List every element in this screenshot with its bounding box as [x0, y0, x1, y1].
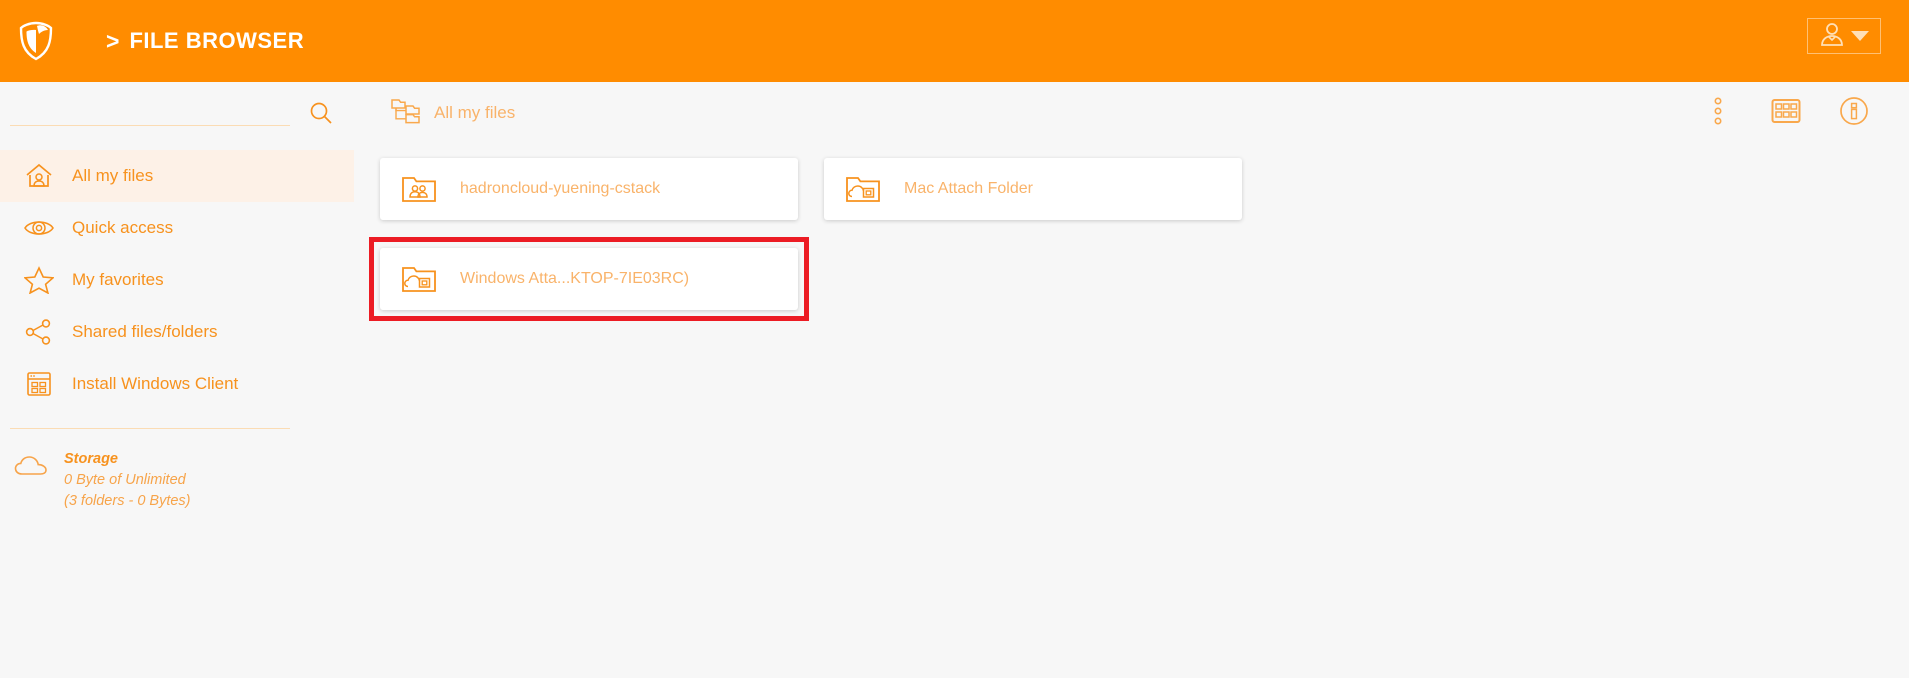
star-icon — [22, 263, 56, 297]
search-icon[interactable] — [308, 100, 334, 131]
app-header: > FILE BROWSER — [0, 0, 1909, 82]
sidebar-item-quick-access[interactable]: Quick access — [0, 202, 354, 254]
sidebar-item-label: All my files — [72, 166, 154, 185]
info-circle-icon — [1839, 96, 1869, 131]
content-toolbar: All my files — [354, 82, 1909, 144]
storage-detail: (3 folders - 0 Bytes) — [64, 493, 191, 509]
app-title: FILE BROWSER — [129, 28, 305, 53]
card-slot: hadroncloud-yuening-cstack — [380, 158, 798, 220]
file-card-label: Mac Attach Folder — [904, 180, 1033, 197]
storage-title: Storage — [64, 451, 118, 467]
file-card-label: Windows Atta...KTOP-7IE03RC) — [460, 270, 690, 287]
shield-logo-icon[interactable] — [8, 13, 64, 69]
sidebar-item-label: My favorites — [72, 270, 164, 289]
main-content: All my files hadroncloud-yuening-cstack … — [354, 82, 1909, 678]
cloud-icon — [14, 455, 54, 484]
info-button[interactable] — [1837, 96, 1871, 130]
sidebar-item-my-favorites[interactable]: My favorites — [0, 254, 354, 306]
grid-view-icon — [1771, 98, 1801, 129]
share-nodes-icon — [22, 315, 56, 349]
toolbar-actions — [1701, 96, 1871, 130]
card-slot: Mac Attach Folder — [824, 158, 1242, 220]
chevron-down-icon — [1851, 31, 1869, 41]
home-user-icon — [22, 159, 56, 193]
sidebar-item-label: Install Windows Client — [72, 374, 239, 393]
windows-app-icon — [22, 367, 56, 401]
breadcrumb[interactable]: All my files — [390, 97, 515, 130]
sidebar-item-label: Shared files/folders — [72, 322, 218, 341]
file-card[interactable]: Mac Attach Folder — [824, 158, 1242, 220]
sidebar-item-shared-files[interactable]: Shared files/folders — [0, 306, 354, 358]
cloud-folder-icon — [844, 170, 882, 208]
sidebar-item-all-my-files[interactable]: All my files — [0, 150, 354, 202]
more-options-button[interactable] — [1701, 96, 1735, 130]
file-card-label: hadroncloud-yuening-cstack — [460, 180, 661, 197]
sidebar-item-label: Quick access — [72, 218, 174, 237]
sidebar: All my files Quick access My favorites S… — [0, 82, 354, 678]
eye-icon — [22, 211, 56, 245]
grid-view-button[interactable] — [1769, 96, 1803, 130]
kebab-menu-icon — [1714, 96, 1722, 131]
file-card[interactable]: Windows Atta...KTOP-7IE03RC) — [380, 248, 798, 310]
sidebar-nav: All my files Quick access My favorites S… — [0, 150, 354, 410]
folder-tree-icon — [390, 97, 420, 130]
file-card-grid: hadroncloud-yuening-cstack Mac Attach Fo… — [354, 158, 1484, 321]
card-slot-highlighted: Windows Atta...KTOP-7IE03RC) — [369, 237, 809, 321]
search-input[interactable] — [10, 96, 290, 126]
sidebar-divider — [10, 428, 290, 429]
user-avatar-icon — [1819, 21, 1845, 52]
account-menu-button[interactable] — [1807, 18, 1881, 54]
storage-usage: 0 Byte of Unlimited — [64, 472, 186, 488]
storage-summary: Storage 0 Byte of Unlimited (3 folders -… — [0, 449, 354, 512]
sidebar-item-install-windows-client[interactable]: Install Windows Client — [0, 358, 354, 410]
file-card[interactable]: hadroncloud-yuening-cstack — [380, 158, 798, 220]
cloud-folder-icon — [400, 260, 438, 298]
breadcrumb-label: All my files — [434, 103, 516, 122]
shared-folder-icon — [400, 170, 438, 208]
search-row — [0, 82, 332, 144]
breadcrumb-separator: > — [106, 27, 120, 54]
